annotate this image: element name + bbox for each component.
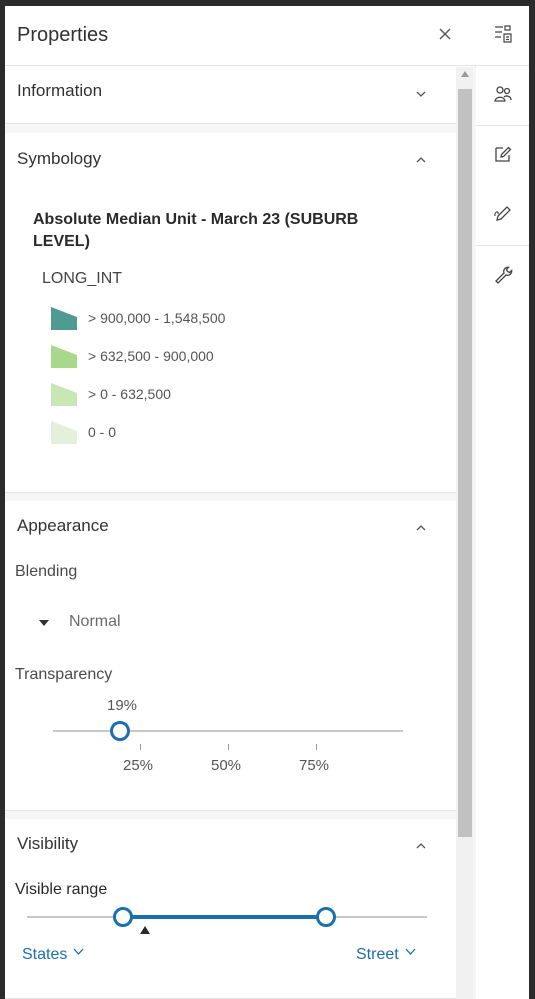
edit-tool-button[interactable] [476, 126, 529, 184]
close-button[interactable] [435, 24, 455, 44]
chevron-up-icon [416, 843, 426, 849]
legend-swatch [49, 419, 79, 445]
range-max-dropdown[interactable]: Street [356, 946, 416, 964]
layer-style-icon [494, 86, 512, 102]
legend-label: > 632,500 - 900,000 [88, 348, 214, 364]
wrench-icon [495, 266, 513, 284]
properties-panel: Properties Information Symbology Absolut… [5, 6, 476, 999]
legend-field-name: LONG_INT [42, 270, 123, 287]
legend-item: > 0 - 632,500 [49, 381, 349, 409]
chevron-up-icon [416, 525, 426, 531]
blending-select[interactable]: Normal [37, 612, 177, 634]
close-icon [439, 28, 451, 40]
panel-scroll-area: Information Symbology Absolute Median Un… [5, 67, 476, 999]
information-toggle[interactable] [415, 87, 431, 103]
visible-range-fill [123, 915, 326, 919]
visible-range-label: Visible range [15, 881, 108, 898]
legend-item: > 900,000 - 1,548,500 [49, 305, 349, 333]
app-window: Properties Information Symbology Absolut… [5, 6, 529, 999]
chevron-down-icon [73, 948, 84, 955]
configure-tool-button[interactable] [476, 246, 529, 304]
symbology-toggle[interactable] [415, 153, 431, 169]
symbology-section: Symbology Absolute Median Unit - March 2… [5, 133, 456, 493]
range-max-label: Street [356, 946, 399, 963]
information-title: Information [17, 81, 103, 100]
properties-tool-button[interactable] [476, 6, 529, 64]
appearance-section: Appearance Blending Normal Transparency … [5, 501, 456, 811]
transparency-slider-thumb[interactable] [109, 721, 130, 741]
chevron-down-icon [405, 948, 416, 955]
scroll-up-arrow[interactable] [461, 71, 469, 77]
appearance-toggle[interactable] [415, 521, 431, 537]
legend-layer-title: Absolute Median Unit - March 23 (SUBURB … [33, 211, 359, 250]
visibility-title: Visibility [17, 834, 79, 853]
tick-label: 25% [123, 757, 154, 774]
chevron-down-icon [416, 91, 426, 97]
blending-label: Blending [15, 563, 78, 580]
layer-properties-icon [495, 25, 512, 43]
legend-label: > 900,000 - 1,548,500 [88, 310, 226, 326]
chevron-up-icon [416, 157, 426, 163]
styles-tool-button[interactable] [476, 66, 529, 124]
current-scale-marker [140, 926, 150, 934]
range-min-dropdown[interactable]: States [22, 946, 84, 964]
visibility-section: Visibility Visible range States Street [5, 819, 456, 999]
blending-value: Normal [69, 613, 121, 630]
caret-down-icon [39, 620, 49, 626]
transparency-slider-track[interactable] [53, 730, 403, 732]
information-section[interactable]: Information [5, 67, 456, 124]
slider-tick [140, 744, 141, 750]
legend-label: 0 - 0 [88, 424, 117, 440]
scrollbar-thumb[interactable] [458, 89, 472, 837]
legend-swatch [49, 305, 79, 331]
legend-swatch [49, 343, 79, 369]
appearance-title: Appearance [17, 516, 109, 535]
tick-label: 75% [299, 757, 330, 774]
legend-label: > 0 - 632,500 [88, 386, 171, 402]
legend-item: 0 - 0 [49, 419, 349, 447]
visible-range-min-thumb[interactable] [113, 907, 133, 927]
panel-title: Properties [17, 24, 109, 46]
tick-label: 50% [211, 757, 242, 774]
visible-range-max-thumb[interactable] [316, 907, 336, 927]
symbology-title: Symbology [17, 149, 102, 168]
legend-swatch [49, 381, 79, 407]
visibility-toggle[interactable] [415, 839, 431, 855]
slider-tick [316, 744, 317, 750]
transparency-label: Transparency [15, 666, 113, 683]
sketch-icon [494, 206, 511, 221]
panel-header: Properties [5, 6, 476, 66]
right-toolbar [476, 6, 529, 999]
sketch-tool-button[interactable] [476, 186, 529, 244]
legend-item: > 632,500 - 900,000 [49, 343, 349, 371]
range-min-label: States [22, 946, 68, 963]
slider-tick [228, 744, 229, 750]
panel-scrollbar[interactable] [456, 67, 473, 999]
edit-icon [495, 146, 512, 162]
transparency-value: 19% [107, 697, 138, 714]
